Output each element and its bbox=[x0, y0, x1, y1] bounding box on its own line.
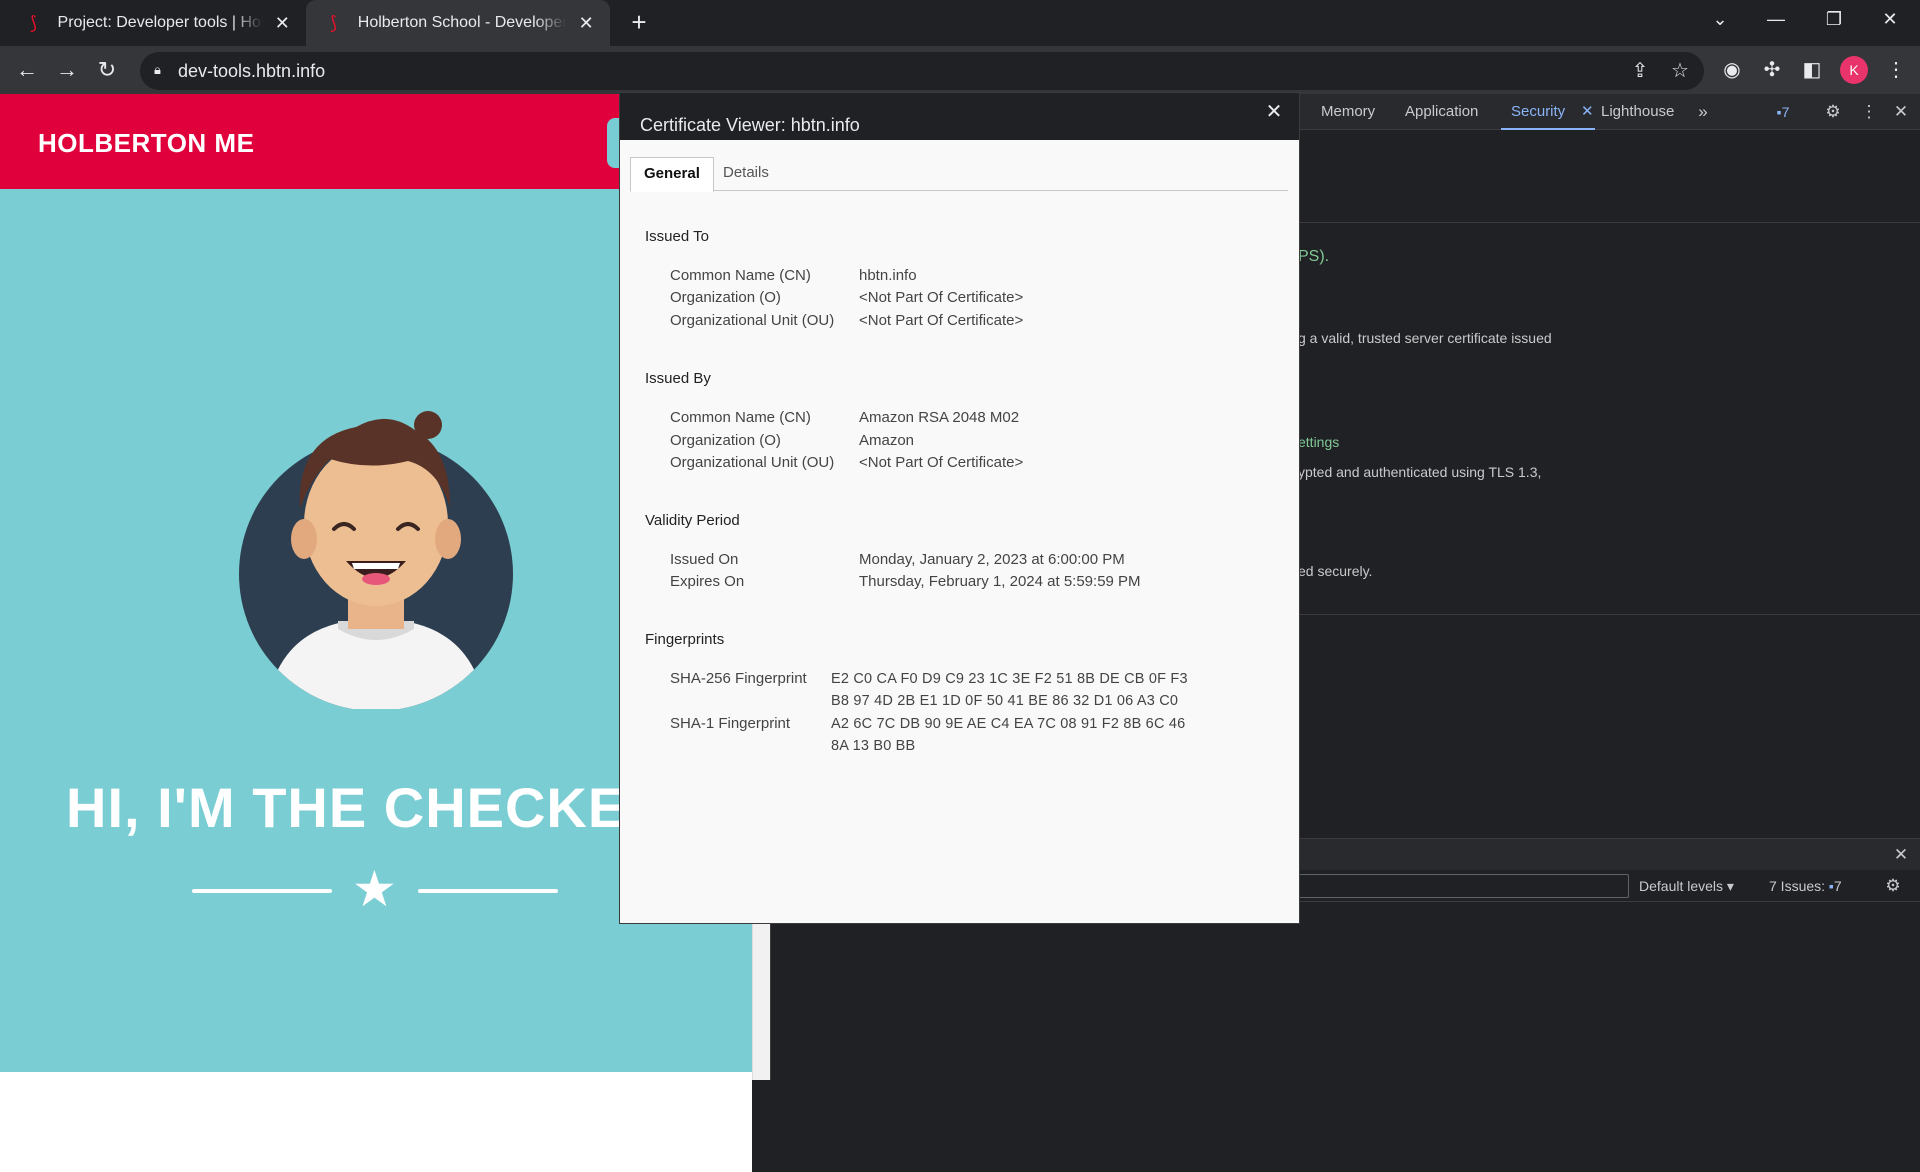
page-content-area bbox=[0, 1072, 752, 1172]
console-settings-gear-icon[interactable]: ⚙ bbox=[1881, 874, 1905, 898]
issued-by-ou-label: Organizational Unit (OU) bbox=[670, 454, 835, 471]
site-brand[interactable]: HOLBERTON ME bbox=[38, 128, 254, 159]
browser-tab-holberton[interactable]: ⟆ Holberton School - Developer tools ✕ bbox=[306, 0, 610, 46]
issued-by-cn-label: Common Name (CN) bbox=[670, 409, 811, 426]
issued-on-value: Monday, January 2, 2023 at 6:00:00 PM bbox=[859, 551, 1125, 568]
url-text[interactable]: dev-tools.hbtn.info bbox=[178, 61, 325, 82]
tab-search-chevron-icon[interactable]: ⌄ bbox=[1692, 0, 1748, 40]
browser-toolbar: ← → ↻ 🔒︎ dev-tools.hbtn.info ⇪ ☆ ◉ ✣ ◧ K… bbox=[0, 46, 1920, 94]
issues-badge-count: 7 bbox=[1781, 104, 1790, 120]
issues-badge[interactable]: ▪7 bbox=[1765, 100, 1801, 124]
console-issues-label: 7 Issues: bbox=[1769, 878, 1826, 894]
sha256-value-line1: E2 C0 CA F0 D9 C9 23 1C 3E F2 51 8B DE C… bbox=[831, 671, 1188, 687]
close-dialog-icon[interactable]: ✕ bbox=[1260, 99, 1288, 124]
log-levels-dropdown[interactable]: Default levels ▾ bbox=[1639, 878, 1734, 895]
tab-general[interactable]: General bbox=[630, 157, 714, 192]
dialog-titlebar: Certificate Viewer: hbtn.info ✕ bbox=[620, 93, 1299, 140]
issued-to-ou-label: Organizational Unit (OU) bbox=[670, 312, 835, 329]
certificate-description: g a valid, trusted server certificate is… bbox=[1298, 330, 1552, 346]
log-levels-label: Default levels bbox=[1639, 878, 1724, 894]
tab-title: Project: Developer tools | Holberton bbox=[57, 14, 263, 31]
issued-to-heading: Issued To bbox=[645, 228, 709, 245]
expires-on-value: Thursday, February 1, 2024 at 5:59:59 PM bbox=[859, 573, 1141, 590]
devtools-tab-security[interactable]: Security ✕ bbox=[1501, 94, 1596, 130]
console-issues-link[interactable]: 7 Issues: ▪7 bbox=[1769, 878, 1842, 894]
close-tab-icon[interactable]: ✕ bbox=[273, 13, 292, 34]
holberton-favicon-icon: ⟆ bbox=[330, 13, 338, 33]
side-panel-icon[interactable]: ◧ bbox=[1796, 54, 1828, 86]
close-devtools-icon[interactable]: ✕ bbox=[1889, 100, 1913, 124]
close-window-button[interactable]: ✕ bbox=[1862, 0, 1918, 40]
issued-by-o-label: Organization (O) bbox=[670, 432, 781, 449]
devtools-tab-lighthouse[interactable]: Lighthouse bbox=[1591, 94, 1684, 130]
sha1-label: SHA-1 Fingerprint bbox=[670, 715, 791, 732]
issued-to-o-label: Organization (O) bbox=[670, 289, 781, 306]
fingerprints-heading: Fingerprints bbox=[645, 631, 725, 648]
new-tab-button[interactable]: + bbox=[622, 6, 656, 40]
divider-line-right bbox=[418, 889, 558, 893]
browser-tab-project[interactable]: ⟆ Project: Developer tools | Holberton ✕ bbox=[6, 0, 306, 46]
issued-by-o-value: Amazon bbox=[859, 432, 915, 449]
extension-icon[interactable]: ◉ bbox=[1716, 54, 1748, 86]
tab-strip: ⟆ Project: Developer tools | Holberton ✕… bbox=[0, 0, 1920, 46]
divider-line-left bbox=[192, 889, 332, 893]
devtools-tab-security-label: Security bbox=[1511, 103, 1566, 120]
extensions-puzzle-icon[interactable]: ✣ bbox=[1756, 54, 1788, 86]
bookmark-star-icon[interactable]: ☆ bbox=[1664, 55, 1696, 87]
close-tab-icon[interactable]: ✕ bbox=[576, 13, 596, 34]
console-issues-count: 7 bbox=[1833, 878, 1842, 894]
more-tabs-chevron-icon[interactable]: » bbox=[1691, 100, 1715, 124]
avatar-illustration bbox=[239, 411, 513, 709]
menu-kebab-icon[interactable]: ⋮ bbox=[1880, 54, 1912, 86]
holberton-favicon-icon: ⟆ bbox=[30, 13, 38, 33]
issued-on-label: Issued On bbox=[670, 551, 739, 568]
minimize-button[interactable]: — bbox=[1748, 0, 1804, 40]
sha1-value-line2: 8A 13 B0 BB bbox=[831, 738, 916, 754]
devtools-tab-memory[interactable]: Memory bbox=[1311, 94, 1385, 130]
issued-to-cn-value: hbtn.info bbox=[859, 267, 917, 284]
certificate-viewer-dialog: Certificate Viewer: hbtn.info ✕ General … bbox=[619, 92, 1300, 924]
restore-button[interactable]: ❐ bbox=[1806, 0, 1862, 40]
devtools-menu-kebab-icon[interactable]: ⋮ bbox=[1857, 100, 1881, 124]
profile-avatar[interactable]: K bbox=[1840, 56, 1868, 84]
settings-gear-icon[interactable]: ⚙ bbox=[1821, 100, 1845, 124]
star-icon: ★ bbox=[352, 861, 397, 917]
dialog-title: Certificate Viewer: hbtn.info bbox=[640, 115, 860, 135]
share-icon[interactable]: ⇪ bbox=[1624, 55, 1656, 87]
back-arrow-icon[interactable]: ← bbox=[11, 54, 43, 86]
issued-by-cn-value: Amazon RSA 2048 M02 bbox=[859, 409, 1020, 426]
certificate-tabs: General Details bbox=[630, 157, 1288, 192]
expires-on-label: Expires On bbox=[670, 573, 745, 590]
validity-heading: Validity Period bbox=[645, 512, 740, 529]
sha1-value-line1: A2 6C 7C DB 90 9E AE C4 EA 7C 08 91 F2 8… bbox=[831, 716, 1186, 732]
issued-to-o-value: <Not Part Of Certificate> bbox=[859, 289, 1024, 306]
devtools-tab-application[interactable]: Application bbox=[1395, 94, 1488, 130]
sha256-label: SHA-256 Fingerprint bbox=[670, 670, 807, 687]
issued-to-ou-value: <Not Part Of Certificate> bbox=[859, 312, 1024, 329]
reload-icon[interactable]: ↻ bbox=[91, 54, 123, 86]
lock-icon[interactable]: 🔒︎ bbox=[154, 62, 166, 78]
sha256-value-line2: B8 97 4D 2B E1 1D 0F 50 41 BE 86 32 D1 0… bbox=[831, 693, 1179, 709]
resources-description: ed securely. bbox=[1298, 563, 1373, 579]
security-summary-text: PS). bbox=[1298, 248, 1330, 265]
close-drawer-icon[interactable]: ✕ bbox=[1889, 843, 1913, 867]
forward-arrow-icon[interactable]: → bbox=[51, 54, 83, 86]
address-bar[interactable]: 🔒︎ dev-tools.hbtn.info ⇪ ☆ bbox=[140, 52, 1704, 90]
settings-link[interactable]: ettings bbox=[1298, 434, 1339, 450]
connection-description: ypted and authenticated using TLS 1.3, bbox=[1298, 464, 1542, 480]
hero-heading: HI, I'M THE CHECKE bbox=[66, 776, 627, 839]
issued-to-cn-label: Common Name (CN) bbox=[670, 267, 811, 284]
tab-details[interactable]: Details bbox=[710, 157, 782, 191]
issued-by-heading: Issued By bbox=[645, 370, 711, 387]
issued-by-ou-value: <Not Part Of Certificate> bbox=[859, 454, 1024, 471]
tab-title: Holberton School - Developer tools bbox=[357, 14, 567, 31]
